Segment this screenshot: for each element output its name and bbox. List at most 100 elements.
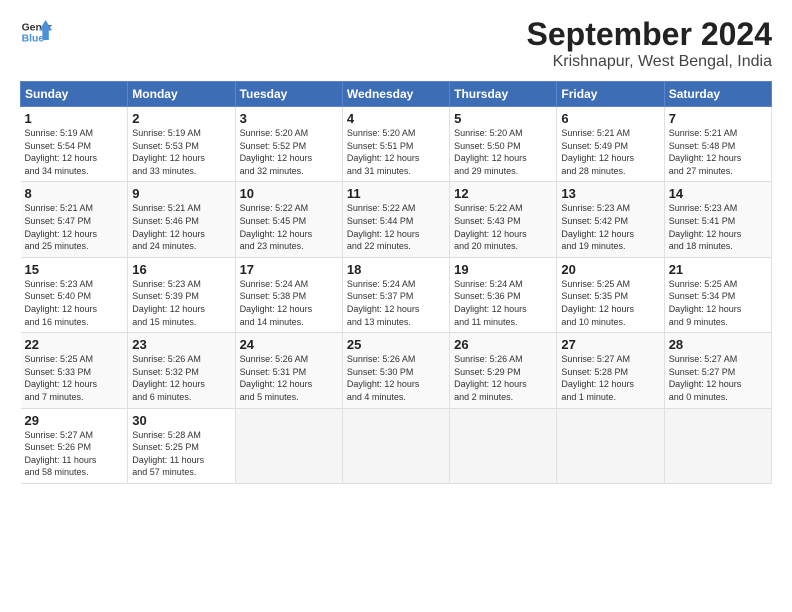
day-info: Sunrise: 5:24 AM Sunset: 5:36 PM Dayligh… <box>454 278 552 328</box>
calendar-cell: 21Sunrise: 5:25 AM Sunset: 5:34 PM Dayli… <box>664 257 771 332</box>
day-number: 6 <box>561 111 659 126</box>
calendar-cell: 3Sunrise: 5:20 AM Sunset: 5:52 PM Daylig… <box>235 107 342 182</box>
day-number: 26 <box>454 337 552 352</box>
day-info: Sunrise: 5:27 AM Sunset: 5:28 PM Dayligh… <box>561 353 659 403</box>
day-number: 22 <box>25 337 124 352</box>
calendar-cell <box>235 408 342 483</box>
day-number: 28 <box>669 337 767 352</box>
day-info: Sunrise: 5:19 AM Sunset: 5:54 PM Dayligh… <box>25 127 124 177</box>
day-number: 7 <box>669 111 767 126</box>
calendar-cell: 17Sunrise: 5:24 AM Sunset: 5:38 PM Dayli… <box>235 257 342 332</box>
day-number: 29 <box>25 413 124 428</box>
day-number: 14 <box>669 186 767 201</box>
day-info: Sunrise: 5:21 AM Sunset: 5:46 PM Dayligh… <box>132 202 230 252</box>
calendar-cell: 26Sunrise: 5:26 AM Sunset: 5:29 PM Dayli… <box>450 333 557 408</box>
calendar-row: 22Sunrise: 5:25 AM Sunset: 5:33 PM Dayli… <box>21 333 772 408</box>
col-thursday: Thursday <box>450 82 557 107</box>
day-number: 25 <box>347 337 445 352</box>
day-info: Sunrise: 5:24 AM Sunset: 5:37 PM Dayligh… <box>347 278 445 328</box>
calendar-cell: 23Sunrise: 5:26 AM Sunset: 5:32 PM Dayli… <box>128 333 235 408</box>
day-info: Sunrise: 5:23 AM Sunset: 5:39 PM Dayligh… <box>132 278 230 328</box>
day-info: Sunrise: 5:28 AM Sunset: 5:25 PM Dayligh… <box>132 429 230 479</box>
calendar-cell: 13Sunrise: 5:23 AM Sunset: 5:42 PM Dayli… <box>557 182 664 257</box>
location: Krishnapur, West Bengal, India <box>527 53 772 71</box>
day-number: 8 <box>25 186 124 201</box>
day-number: 4 <box>347 111 445 126</box>
calendar-cell: 10Sunrise: 5:22 AM Sunset: 5:45 PM Dayli… <box>235 182 342 257</box>
calendar-cell: 28Sunrise: 5:27 AM Sunset: 5:27 PM Dayli… <box>664 333 771 408</box>
calendar-cell: 19Sunrise: 5:24 AM Sunset: 5:36 PM Dayli… <box>450 257 557 332</box>
day-number: 11 <box>347 186 445 201</box>
day-number: 20 <box>561 262 659 277</box>
day-info: Sunrise: 5:22 AM Sunset: 5:43 PM Dayligh… <box>454 202 552 252</box>
day-info: Sunrise: 5:21 AM Sunset: 5:47 PM Dayligh… <box>25 202 124 252</box>
calendar-row: 15Sunrise: 5:23 AM Sunset: 5:40 PM Dayli… <box>21 257 772 332</box>
calendar-cell: 2Sunrise: 5:19 AM Sunset: 5:53 PM Daylig… <box>128 107 235 182</box>
day-number: 27 <box>561 337 659 352</box>
day-info: Sunrise: 5:26 AM Sunset: 5:29 PM Dayligh… <box>454 353 552 403</box>
calendar-cell: 18Sunrise: 5:24 AM Sunset: 5:37 PM Dayli… <box>342 257 449 332</box>
svg-text:Blue: Blue <box>22 34 45 45</box>
calendar-cell: 27Sunrise: 5:27 AM Sunset: 5:28 PM Dayli… <box>557 333 664 408</box>
calendar-cell: 14Sunrise: 5:23 AM Sunset: 5:41 PM Dayli… <box>664 182 771 257</box>
day-info: Sunrise: 5:21 AM Sunset: 5:48 PM Dayligh… <box>669 127 767 177</box>
day-number: 19 <box>454 262 552 277</box>
month-title: September 2024 <box>527 16 772 53</box>
day-number: 23 <box>132 337 230 352</box>
calendar-cell: 9Sunrise: 5:21 AM Sunset: 5:46 PM Daylig… <box>128 182 235 257</box>
header: General Blue September 2024 Krishnapur, … <box>20 16 772 71</box>
day-number: 18 <box>347 262 445 277</box>
calendar-cell: 5Sunrise: 5:20 AM Sunset: 5:50 PM Daylig… <box>450 107 557 182</box>
calendar-cell <box>664 408 771 483</box>
day-info: Sunrise: 5:19 AM Sunset: 5:53 PM Dayligh… <box>132 127 230 177</box>
day-number: 16 <box>132 262 230 277</box>
day-info: Sunrise: 5:22 AM Sunset: 5:44 PM Dayligh… <box>347 202 445 252</box>
day-info: Sunrise: 5:26 AM Sunset: 5:32 PM Dayligh… <box>132 353 230 403</box>
calendar-cell: 22Sunrise: 5:25 AM Sunset: 5:33 PM Dayli… <box>21 333 128 408</box>
day-info: Sunrise: 5:26 AM Sunset: 5:31 PM Dayligh… <box>240 353 338 403</box>
day-info: Sunrise: 5:23 AM Sunset: 5:40 PM Dayligh… <box>25 278 124 328</box>
day-number: 9 <box>132 186 230 201</box>
calendar-cell: 1Sunrise: 5:19 AM Sunset: 5:54 PM Daylig… <box>21 107 128 182</box>
col-saturday: Saturday <box>664 82 771 107</box>
day-number: 30 <box>132 413 230 428</box>
day-info: Sunrise: 5:23 AM Sunset: 5:41 PM Dayligh… <box>669 202 767 252</box>
day-info: Sunrise: 5:21 AM Sunset: 5:49 PM Dayligh… <box>561 127 659 177</box>
calendar-cell: 29Sunrise: 5:27 AM Sunset: 5:26 PM Dayli… <box>21 408 128 483</box>
calendar-cell: 11Sunrise: 5:22 AM Sunset: 5:44 PM Dayli… <box>342 182 449 257</box>
col-monday: Monday <box>128 82 235 107</box>
calendar-row: 29Sunrise: 5:27 AM Sunset: 5:26 PM Dayli… <box>21 408 772 483</box>
calendar-cell <box>557 408 664 483</box>
day-number: 2 <box>132 111 230 126</box>
calendar-row: 1Sunrise: 5:19 AM Sunset: 5:54 PM Daylig… <box>21 107 772 182</box>
calendar-cell <box>342 408 449 483</box>
calendar-table: Sunday Monday Tuesday Wednesday Thursday… <box>20 81 772 484</box>
logo: General Blue <box>20 16 52 48</box>
col-wednesday: Wednesday <box>342 82 449 107</box>
calendar-row: 8Sunrise: 5:21 AM Sunset: 5:47 PM Daylig… <box>21 182 772 257</box>
calendar-cell: 12Sunrise: 5:22 AM Sunset: 5:43 PM Dayli… <box>450 182 557 257</box>
calendar-cell: 8Sunrise: 5:21 AM Sunset: 5:47 PM Daylig… <box>21 182 128 257</box>
calendar-container: General Blue September 2024 Krishnapur, … <box>0 0 792 494</box>
col-tuesday: Tuesday <box>235 82 342 107</box>
calendar-cell: 6Sunrise: 5:21 AM Sunset: 5:49 PM Daylig… <box>557 107 664 182</box>
day-info: Sunrise: 5:25 AM Sunset: 5:33 PM Dayligh… <box>25 353 124 403</box>
day-info: Sunrise: 5:27 AM Sunset: 5:27 PM Dayligh… <box>669 353 767 403</box>
day-number: 17 <box>240 262 338 277</box>
calendar-cell: 30Sunrise: 5:28 AM Sunset: 5:25 PM Dayli… <box>128 408 235 483</box>
day-info: Sunrise: 5:20 AM Sunset: 5:52 PM Dayligh… <box>240 127 338 177</box>
day-info: Sunrise: 5:26 AM Sunset: 5:30 PM Dayligh… <box>347 353 445 403</box>
calendar-cell: 4Sunrise: 5:20 AM Sunset: 5:51 PM Daylig… <box>342 107 449 182</box>
day-number: 13 <box>561 186 659 201</box>
day-number: 3 <box>240 111 338 126</box>
day-number: 10 <box>240 186 338 201</box>
day-info: Sunrise: 5:25 AM Sunset: 5:35 PM Dayligh… <box>561 278 659 328</box>
calendar-cell <box>450 408 557 483</box>
day-number: 21 <box>669 262 767 277</box>
day-info: Sunrise: 5:25 AM Sunset: 5:34 PM Dayligh… <box>669 278 767 328</box>
calendar-cell: 25Sunrise: 5:26 AM Sunset: 5:30 PM Dayli… <box>342 333 449 408</box>
calendar-cell: 15Sunrise: 5:23 AM Sunset: 5:40 PM Dayli… <box>21 257 128 332</box>
day-number: 5 <box>454 111 552 126</box>
day-info: Sunrise: 5:20 AM Sunset: 5:50 PM Dayligh… <box>454 127 552 177</box>
day-info: Sunrise: 5:27 AM Sunset: 5:26 PM Dayligh… <box>25 429 124 479</box>
